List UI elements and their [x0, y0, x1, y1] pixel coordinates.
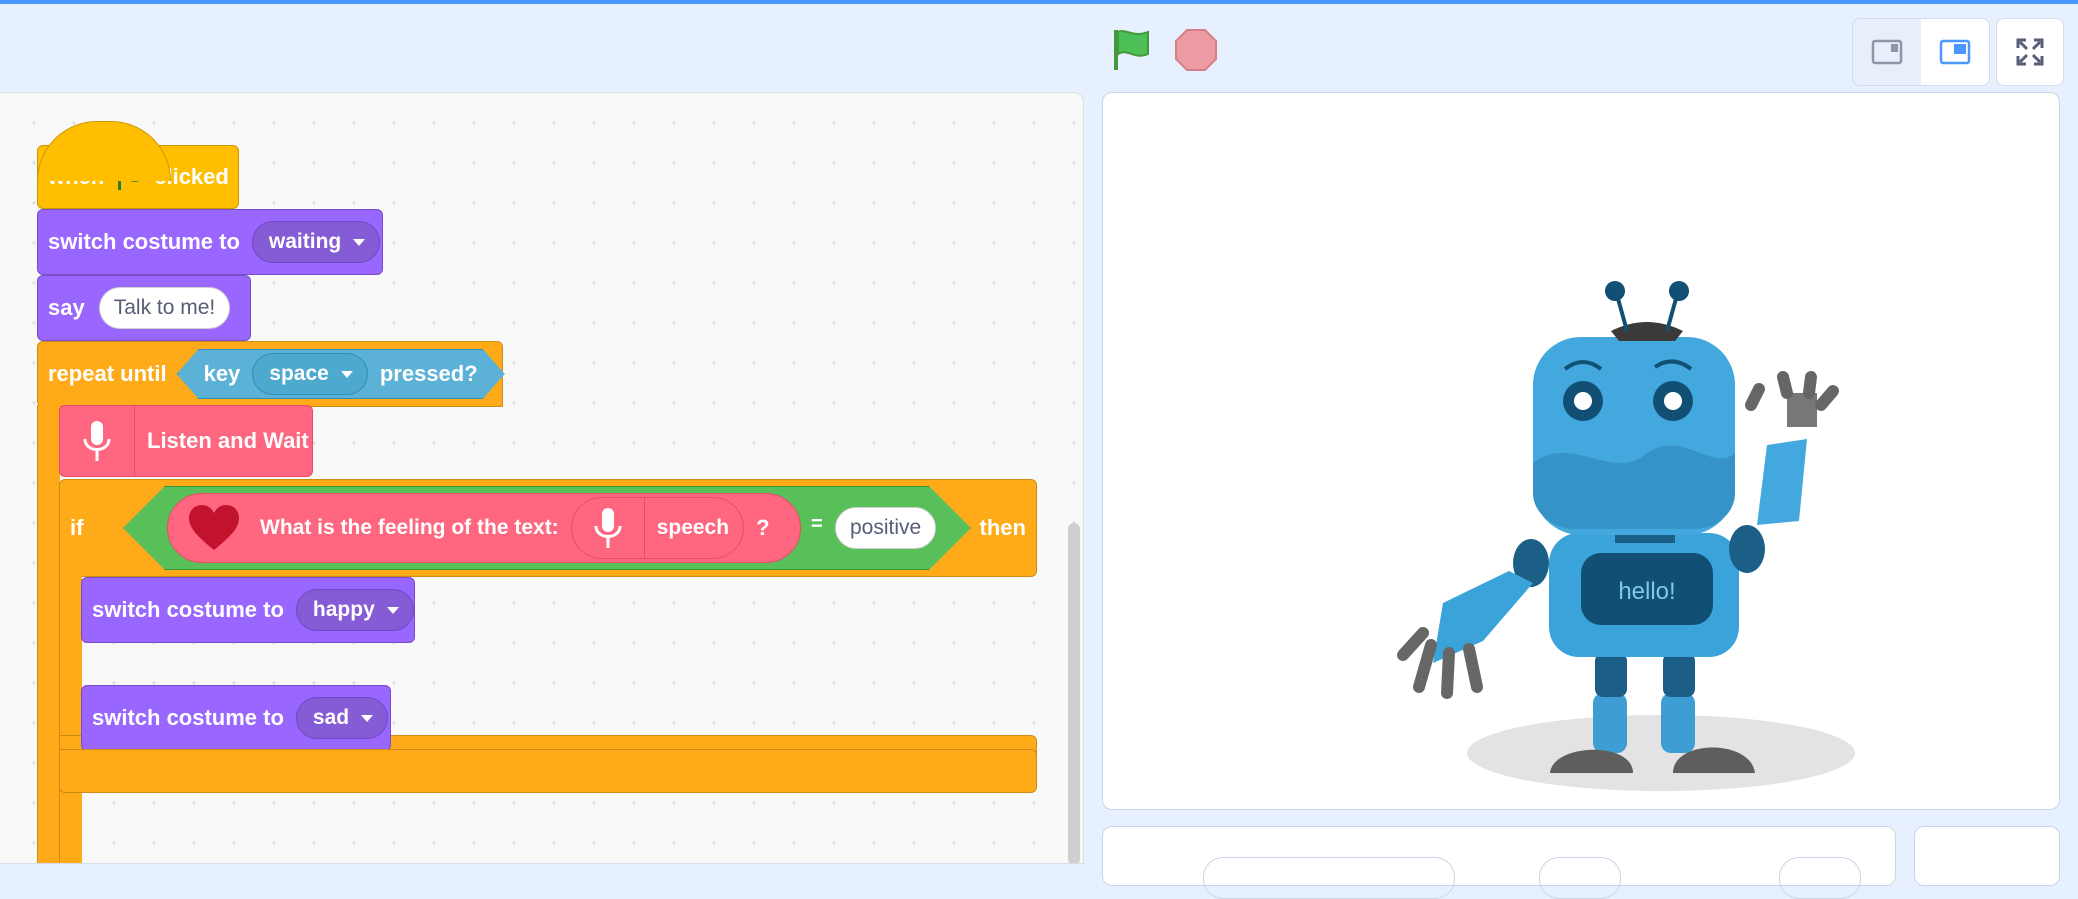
- repeat-until-header: repeat until key space pressed?: [37, 341, 503, 407]
- hat-cap: [37, 121, 171, 181]
- y-position-field[interactable]: [1779, 857, 1861, 899]
- chevron-down-icon: [353, 238, 366, 246]
- chevron-down-icon: [386, 606, 399, 614]
- key-value: space: [269, 362, 329, 385]
- feeling-label: What is the feeling of the text:: [260, 516, 559, 539]
- green-flag-button[interactable]: [1108, 26, 1156, 74]
- heart-icon: [168, 493, 260, 563]
- pressed-label: pressed?: [379, 361, 478, 386]
- listen-label: Listen and Wait: [147, 428, 309, 453]
- workspace-scrollbar[interactable]: [1068, 523, 1080, 863]
- switch-costume-sad-block[interactable]: switch costume to sad: [81, 685, 391, 751]
- switch-costume-happy-block[interactable]: switch costume to happy: [81, 577, 415, 643]
- costume-dropdown[interactable]: sad: [295, 697, 389, 739]
- comparison-value: positive: [850, 516, 922, 539]
- repeat-until-label: repeat until: [48, 361, 167, 386]
- then-label: then: [979, 515, 1026, 540]
- stage-size-toggle: [1852, 18, 1990, 86]
- stage-selector-panel[interactable]: [1914, 826, 2060, 886]
- if-label: if: [70, 515, 84, 540]
- fullscreen-icon: [2016, 38, 2044, 66]
- stop-button[interactable]: [1174, 28, 1222, 76]
- normal-stage-icon: [1939, 39, 1971, 65]
- stage-header: [0, 4, 2078, 92]
- sprite-info-panel: [1102, 826, 1896, 899]
- question-label: ?: [756, 515, 770, 540]
- microphone-icon: [572, 498, 645, 558]
- equals-label: =: [811, 513, 823, 535]
- sprite-name-field[interactable]: [1203, 857, 1455, 899]
- chevron-down-icon: [341, 371, 353, 378]
- switch-costume-label: switch costume to: [92, 597, 284, 622]
- say-text-input[interactable]: Talk to me!: [98, 287, 231, 329]
- sprite-screen-text: hello!: [1618, 578, 1675, 605]
- say-block[interactable]: say Talk to me!: [37, 275, 251, 341]
- normal-stage-button[interactable]: [1921, 19, 1989, 85]
- say-label: say: [48, 295, 85, 320]
- costume-value: happy: [312, 598, 375, 621]
- key-dropdown[interactable]: space: [252, 353, 368, 395]
- comparison-value-input[interactable]: positive: [835, 507, 937, 549]
- costume-dropdown[interactable]: waiting: [251, 221, 381, 263]
- switch-costume-label: switch costume to: [48, 229, 240, 254]
- speech-label: speech: [656, 516, 730, 539]
- stage-canvas[interactable]: hello!: [1102, 92, 2060, 810]
- x-position-field[interactable]: [1539, 857, 1621, 899]
- code-workspace[interactable]: when clicked switch costume to waiting s…: [0, 92, 1084, 864]
- speech-reporter[interactable]: speech: [570, 497, 745, 559]
- fullscreen-button[interactable]: [1996, 18, 2064, 86]
- small-stage-button[interactable]: [1853, 19, 1921, 85]
- repeat-arm: [37, 405, 60, 863]
- if-footer: [59, 749, 1037, 793]
- costume-dropdown[interactable]: happy: [295, 589, 414, 631]
- microphone-icon: [60, 405, 135, 477]
- listen-and-wait-block[interactable]: Listen and Wait: [59, 405, 313, 477]
- key-pressed-boolean[interactable]: key space pressed?: [177, 349, 505, 399]
- small-stage-icon: [1871, 39, 1903, 65]
- switch-costume-label: switch costume to: [92, 705, 284, 730]
- stop-icon: [1175, 29, 1217, 71]
- feeling-reporter[interactable]: What is the feeling of the text: speech …: [167, 493, 801, 563]
- costume-value: sad: [312, 706, 350, 729]
- green-flag-icon: [1114, 30, 1149, 70]
- say-text-value: Talk to me!: [113, 296, 216, 319]
- chevron-down-icon: [361, 714, 374, 722]
- costume-value: waiting: [268, 230, 342, 253]
- robot-sprite[interactable]: hello!: [1103, 93, 2060, 810]
- switch-costume-block[interactable]: switch costume to waiting: [37, 209, 383, 275]
- key-label: key: [203, 361, 241, 386]
